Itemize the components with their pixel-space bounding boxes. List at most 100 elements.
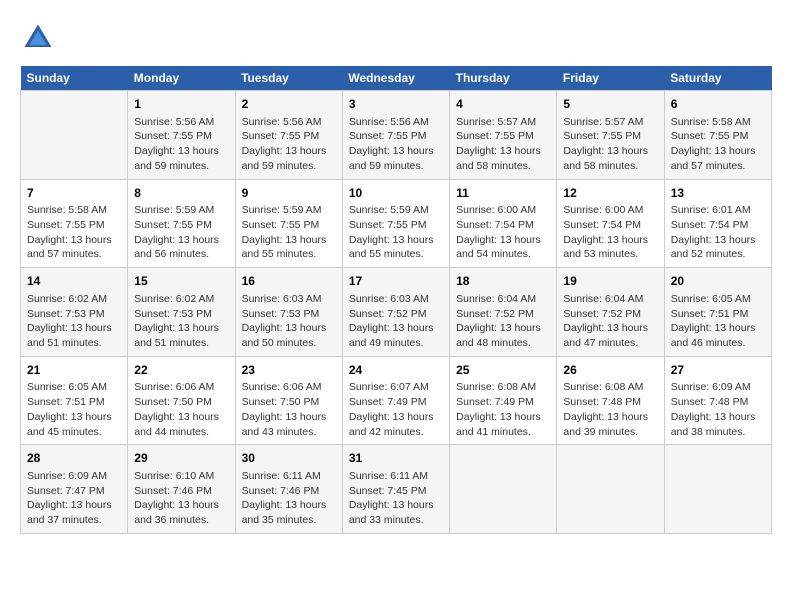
day-info: Daylight: 13 hours and 47 minutes. [563, 321, 657, 350]
calendar-cell [557, 445, 664, 534]
day-number: 15 [134, 273, 228, 290]
day-info: Daylight: 13 hours and 53 minutes. [563, 233, 657, 262]
day-number: 17 [349, 273, 443, 290]
day-info: Sunset: 7:52 PM [563, 307, 657, 322]
day-info: Sunset: 7:50 PM [242, 395, 336, 410]
day-info: Daylight: 13 hours and 38 minutes. [671, 410, 765, 439]
day-info: Daylight: 13 hours and 42 minutes. [349, 410, 443, 439]
calendar-cell: 17Sunrise: 6:03 AMSunset: 7:52 PMDayligh… [342, 268, 449, 357]
calendar-cell: 21Sunrise: 6:05 AMSunset: 7:51 PMDayligh… [21, 356, 128, 445]
day-number: 23 [242, 362, 336, 379]
day-info: Sunset: 7:55 PM [134, 129, 228, 144]
day-number: 2 [242, 96, 336, 113]
day-info: Sunrise: 6:00 AM [563, 203, 657, 218]
calendar-cell: 1Sunrise: 5:56 AMSunset: 7:55 PMDaylight… [128, 91, 235, 180]
day-number: 12 [563, 185, 657, 202]
day-info: Sunset: 7:54 PM [563, 218, 657, 233]
day-info: Sunrise: 6:05 AM [671, 292, 765, 307]
day-number: 9 [242, 185, 336, 202]
logo [20, 20, 60, 56]
day-info: Sunrise: 5:59 AM [349, 203, 443, 218]
page-header [20, 20, 772, 56]
day-number: 24 [349, 362, 443, 379]
day-info: Sunrise: 5:56 AM [349, 115, 443, 130]
day-info: Sunset: 7:53 PM [134, 307, 228, 322]
day-info: Sunrise: 6:00 AM [456, 203, 550, 218]
day-info: Sunset: 7:55 PM [242, 129, 336, 144]
calendar-cell [450, 445, 557, 534]
calendar-week-4: 21Sunrise: 6:05 AMSunset: 7:51 PMDayligh… [21, 356, 772, 445]
day-info: Daylight: 13 hours and 41 minutes. [456, 410, 550, 439]
day-number: 6 [671, 96, 765, 113]
day-info: Sunrise: 5:58 AM [27, 203, 121, 218]
day-number: 5 [563, 96, 657, 113]
col-header-saturday: Saturday [664, 66, 771, 91]
calendar-table: SundayMondayTuesdayWednesdayThursdayFrid… [20, 66, 772, 534]
day-number: 3 [349, 96, 443, 113]
day-info: Daylight: 13 hours and 58 minutes. [563, 144, 657, 173]
day-info: Sunset: 7:55 PM [563, 129, 657, 144]
day-info: Sunset: 7:55 PM [27, 218, 121, 233]
day-info: Sunrise: 5:59 AM [134, 203, 228, 218]
day-info: Sunrise: 6:09 AM [671, 380, 765, 395]
day-info: Sunrise: 6:09 AM [27, 469, 121, 484]
day-info: Sunrise: 6:10 AM [134, 469, 228, 484]
day-info: Sunset: 7:50 PM [134, 395, 228, 410]
calendar-cell: 14Sunrise: 6:02 AMSunset: 7:53 PMDayligh… [21, 268, 128, 357]
day-info: Sunset: 7:53 PM [242, 307, 336, 322]
day-number: 19 [563, 273, 657, 290]
calendar-week-5: 28Sunrise: 6:09 AMSunset: 7:47 PMDayligh… [21, 445, 772, 534]
day-info: Sunset: 7:54 PM [671, 218, 765, 233]
day-info: Sunset: 7:46 PM [134, 484, 228, 499]
day-info: Sunrise: 5:59 AM [242, 203, 336, 218]
day-number: 7 [27, 185, 121, 202]
day-info: Sunset: 7:55 PM [456, 129, 550, 144]
day-info: Sunset: 7:55 PM [671, 129, 765, 144]
day-info: Daylight: 13 hours and 59 minutes. [349, 144, 443, 173]
day-info: Daylight: 13 hours and 46 minutes. [671, 321, 765, 350]
day-number: 13 [671, 185, 765, 202]
calendar-cell: 3Sunrise: 5:56 AMSunset: 7:55 PMDaylight… [342, 91, 449, 180]
day-info: Sunset: 7:55 PM [349, 218, 443, 233]
day-info: Sunset: 7:49 PM [349, 395, 443, 410]
day-info: Sunrise: 6:04 AM [456, 292, 550, 307]
day-info: Daylight: 13 hours and 39 minutes. [563, 410, 657, 439]
day-info: Daylight: 13 hours and 55 minutes. [349, 233, 443, 262]
day-number: 30 [242, 450, 336, 467]
day-info: Daylight: 13 hours and 56 minutes. [134, 233, 228, 262]
day-info: Sunset: 7:49 PM [456, 395, 550, 410]
day-info: Sunrise: 6:07 AM [349, 380, 443, 395]
col-header-monday: Monday [128, 66, 235, 91]
day-info: Daylight: 13 hours and 57 minutes. [671, 144, 765, 173]
calendar-cell: 22Sunrise: 6:06 AMSunset: 7:50 PMDayligh… [128, 356, 235, 445]
day-number: 27 [671, 362, 765, 379]
calendar-week-1: 1Sunrise: 5:56 AMSunset: 7:55 PMDaylight… [21, 91, 772, 180]
day-number: 31 [349, 450, 443, 467]
calendar-cell: 15Sunrise: 6:02 AMSunset: 7:53 PMDayligh… [128, 268, 235, 357]
day-info: Daylight: 13 hours and 50 minutes. [242, 321, 336, 350]
day-number: 4 [456, 96, 550, 113]
calendar-cell: 8Sunrise: 5:59 AMSunset: 7:55 PMDaylight… [128, 179, 235, 268]
calendar-cell: 6Sunrise: 5:58 AMSunset: 7:55 PMDaylight… [664, 91, 771, 180]
day-info: Daylight: 13 hours and 54 minutes. [456, 233, 550, 262]
day-info: Sunset: 7:48 PM [563, 395, 657, 410]
day-info: Sunrise: 6:02 AM [134, 292, 228, 307]
calendar-cell: 12Sunrise: 6:00 AMSunset: 7:54 PMDayligh… [557, 179, 664, 268]
col-header-wednesday: Wednesday [342, 66, 449, 91]
calendar-cell: 11Sunrise: 6:00 AMSunset: 7:54 PMDayligh… [450, 179, 557, 268]
calendar-cell: 19Sunrise: 6:04 AMSunset: 7:52 PMDayligh… [557, 268, 664, 357]
day-info: Sunset: 7:48 PM [671, 395, 765, 410]
day-info: Sunset: 7:53 PM [27, 307, 121, 322]
col-header-thursday: Thursday [450, 66, 557, 91]
calendar-week-3: 14Sunrise: 6:02 AMSunset: 7:53 PMDayligh… [21, 268, 772, 357]
calendar-cell: 26Sunrise: 6:08 AMSunset: 7:48 PMDayligh… [557, 356, 664, 445]
day-number: 18 [456, 273, 550, 290]
day-info: Daylight: 13 hours and 43 minutes. [242, 410, 336, 439]
calendar-cell: 7Sunrise: 5:58 AMSunset: 7:55 PMDaylight… [21, 179, 128, 268]
day-info: Sunrise: 6:08 AM [563, 380, 657, 395]
day-info: Daylight: 13 hours and 36 minutes. [134, 498, 228, 527]
day-number: 29 [134, 450, 228, 467]
day-number: 28 [27, 450, 121, 467]
calendar-cell: 9Sunrise: 5:59 AMSunset: 7:55 PMDaylight… [235, 179, 342, 268]
day-info: Sunrise: 6:08 AM [456, 380, 550, 395]
